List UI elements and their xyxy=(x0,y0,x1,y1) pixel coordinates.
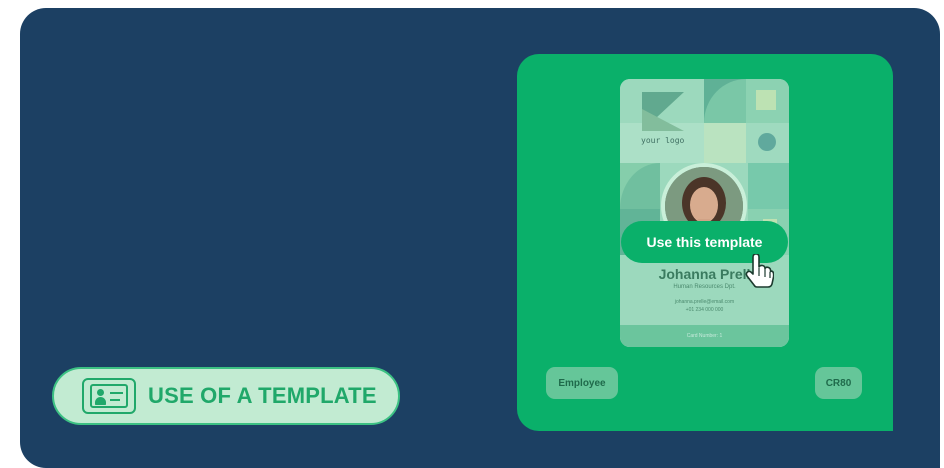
id-card-template[interactable]: your logo Johanna Prell Human Resources … xyxy=(620,79,789,347)
feature-pill: USE OF A TEMPLATE xyxy=(52,367,400,425)
card-email: johanna.prelle@email.com xyxy=(674,299,735,305)
card-logo-text: your logo xyxy=(641,136,685,145)
card-footer: Card Number: 1 xyxy=(620,325,789,347)
id-card-icon xyxy=(82,378,136,414)
feature-label: USE OF A TEMPLATE xyxy=(148,383,377,408)
category-tag: Employee xyxy=(546,367,618,399)
hand-pointer-icon xyxy=(745,254,774,288)
card-phone: +01 234 000 000 xyxy=(685,307,724,313)
format-tag: CR80 xyxy=(815,367,862,399)
